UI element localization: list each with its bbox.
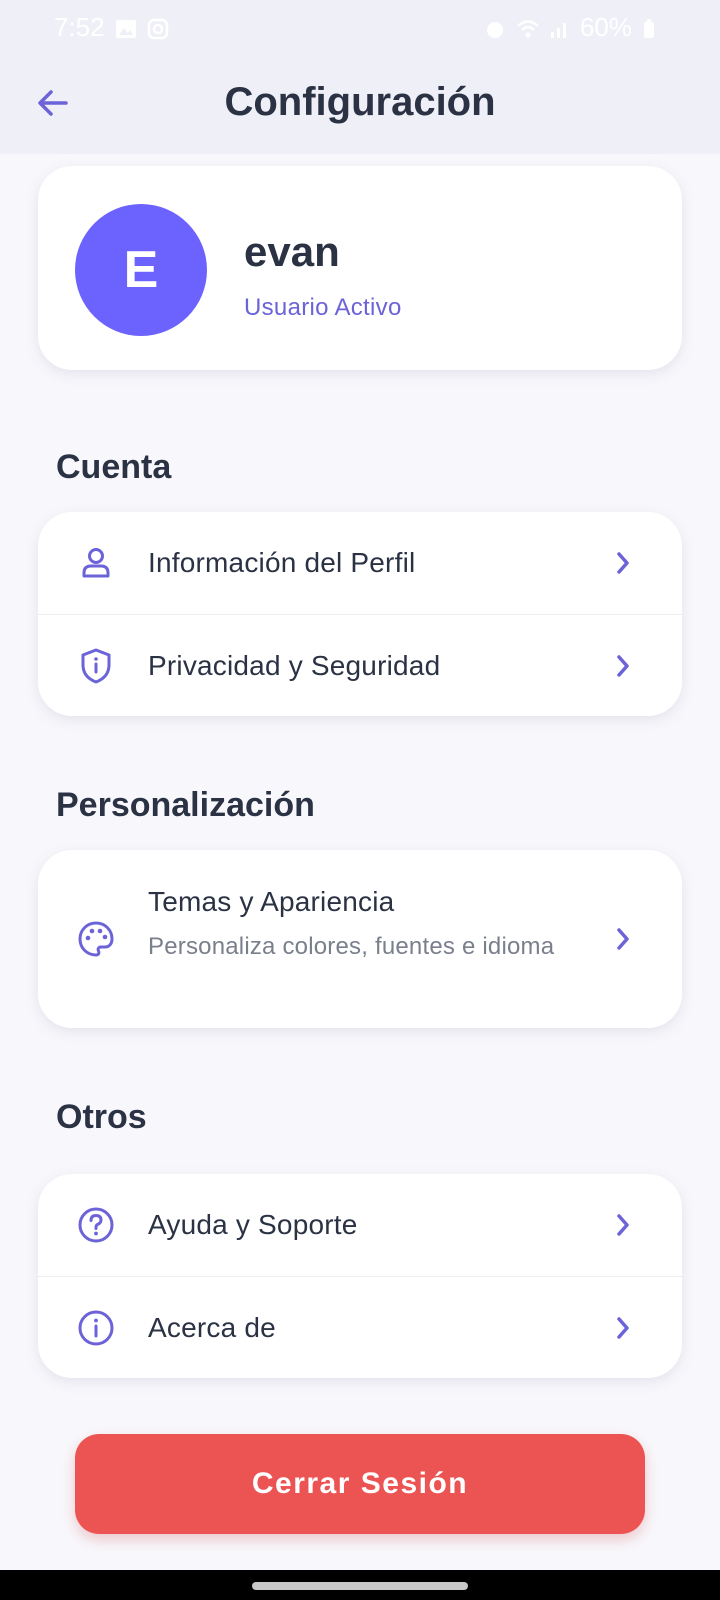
profile-card[interactable]: E evan Usuario Activo bbox=[38, 166, 682, 370]
settings-item-about[interactable]: Acerca de bbox=[38, 1276, 682, 1378]
battery-icon bbox=[642, 16, 664, 38]
image-icon bbox=[115, 16, 137, 38]
app-bar: Configuración bbox=[0, 54, 720, 154]
settings-item-label: Ayuda y Soporte bbox=[148, 1209, 358, 1240]
settings-item-sublabel: Personaliza colores, fuentes e idioma bbox=[148, 933, 555, 960]
settings-item-privacy-security[interactable]: Privacidad y Seguridad bbox=[38, 614, 682, 716]
settings-item-themes[interactable]: Temas y Apariencia Personaliza colores, … bbox=[38, 850, 682, 1028]
settings-item-profile-info[interactable]: Información del Perfil bbox=[38, 512, 682, 614]
settings-item-label: Información del Perfil bbox=[148, 547, 416, 578]
alarm-icon bbox=[484, 16, 506, 38]
settings-item-label: Temas y Apariencia bbox=[148, 886, 395, 917]
settings-item-label: Privacidad y Seguridad bbox=[148, 649, 441, 681]
profile-name: evan bbox=[244, 228, 340, 275]
others-card: Ayuda y Soporte Acerca de bbox=[38, 1174, 682, 1378]
info-circle-icon bbox=[76, 1308, 116, 1348]
palette-icon bbox=[76, 919, 116, 959]
logout-button[interactable]: Cerrar Sesión bbox=[75, 1434, 645, 1534]
page-title: Configuración bbox=[224, 80, 496, 124]
shield-icon bbox=[76, 646, 116, 686]
user-icon bbox=[76, 543, 116, 583]
battery-level: 60% bbox=[579, 11, 632, 42]
home-gesture-handle[interactable] bbox=[252, 1582, 468, 1590]
section-title-personalizacion: Personalización bbox=[56, 786, 315, 824]
system-nav-bar bbox=[0, 1570, 720, 1600]
status-time: 7:52 bbox=[54, 11, 105, 42]
instagram-icon bbox=[147, 16, 169, 40]
settings-item-label: Acerca de bbox=[148, 1311, 276, 1343]
personalization-card: Temas y Apariencia Personaliza colores, … bbox=[38, 850, 682, 1028]
section-title-otros: Otros bbox=[56, 1098, 147, 1136]
chevron-right-icon bbox=[608, 548, 638, 578]
chevron-right-icon bbox=[608, 1210, 638, 1240]
avatar: E bbox=[75, 204, 207, 336]
chevron-right-icon bbox=[608, 1313, 638, 1343]
section-title-cuenta: Cuenta bbox=[56, 448, 172, 486]
chevron-right-icon bbox=[608, 924, 638, 954]
profile-status: Usuario Activo bbox=[244, 294, 402, 321]
chevron-right-icon bbox=[608, 651, 638, 681]
status-bar: 7:52 60% bbox=[0, 0, 720, 54]
signal-icon bbox=[548, 16, 570, 38]
help-circle-icon bbox=[76, 1205, 116, 1245]
wifi-icon bbox=[516, 16, 539, 38]
settings-item-help-support[interactable]: Ayuda y Soporte bbox=[38, 1174, 682, 1276]
account-card: Información del Perfil Privacidad y Segu… bbox=[38, 512, 682, 716]
